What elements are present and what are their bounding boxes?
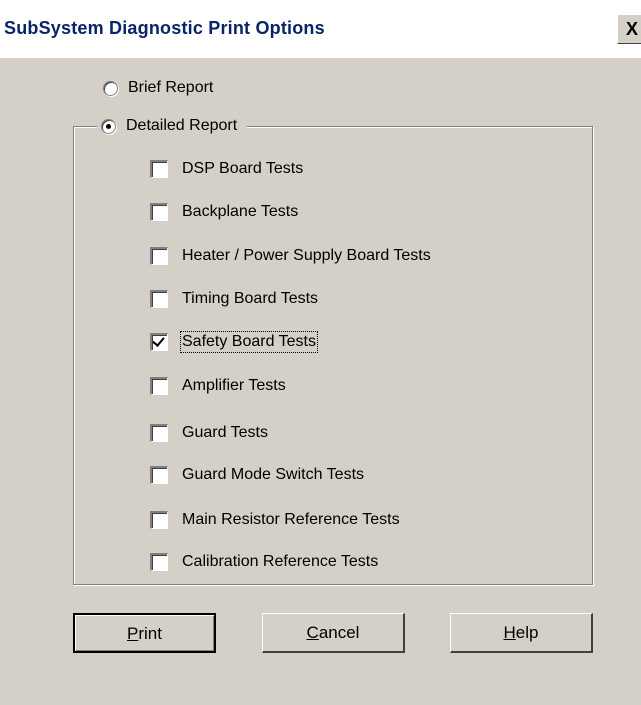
- guard-checkbox[interactable]: [150, 424, 168, 442]
- print-label-rest: rint: [138, 624, 162, 643]
- test-label: Amplifier Tests: [182, 377, 286, 394]
- print-button[interactable]: Print: [73, 613, 216, 653]
- safety-board-checkbox[interactable]: [150, 333, 168, 351]
- dialog-window: SubSystem Diagnostic Print Options X Bri…: [0, 0, 641, 705]
- test-option-safety-board[interactable]: Safety Board Tests: [150, 330, 318, 354]
- test-label: Guard Tests: [182, 424, 268, 441]
- help-accel: H: [503, 623, 516, 642]
- test-label: Backplane Tests: [182, 203, 299, 220]
- test-label: Timing Board Tests: [182, 290, 319, 307]
- brief-report-option[interactable]: Brief Report: [103, 76, 213, 100]
- test-label: Heater / Power Supply Board Tests: [182, 247, 431, 264]
- cancel-label-rest: ancel: [318, 623, 360, 642]
- test-label: Safety Board Tests: [180, 331, 318, 353]
- main-resistor-reference-checkbox[interactable]: [150, 511, 168, 529]
- test-label: DSP Board Tests: [182, 160, 304, 177]
- calibration-reference-checkbox[interactable]: [150, 553, 168, 571]
- test-label: Guard Mode Switch Tests: [182, 466, 365, 483]
- cancel-accel: C: [306, 623, 319, 642]
- test-option-calibration-reference[interactable]: Calibration Reference Tests: [150, 550, 378, 574]
- print-accel: P: [127, 624, 139, 643]
- detailed-report-label: Detailed Report: [126, 117, 238, 134]
- guard-mode-switch-checkbox[interactable]: [150, 466, 168, 484]
- test-option-backplane[interactable]: Backplane Tests: [150, 200, 298, 224]
- cancel-button[interactable]: Cancel: [262, 613, 405, 653]
- timing-board-checkbox[interactable]: [150, 290, 168, 308]
- close-button[interactable]: X: [617, 14, 641, 44]
- help-label-rest: elp: [515, 623, 539, 642]
- dsp-board-checkbox[interactable]: [150, 160, 168, 178]
- test-label: Calibration Reference Tests: [182, 553, 379, 570]
- heater-power-supply-checkbox[interactable]: [150, 247, 168, 265]
- brief-report-radio[interactable]: [103, 80, 118, 96]
- amplifier-checkbox[interactable]: [150, 377, 168, 395]
- test-option-main-resistor-reference[interactable]: Main Resistor Reference Tests: [150, 508, 400, 532]
- help-button[interactable]: Help: [450, 613, 593, 653]
- test-option-guard[interactable]: Guard Tests: [150, 421, 268, 445]
- test-option-timing-board[interactable]: Timing Board Tests: [150, 287, 318, 311]
- title-bar: SubSystem Diagnostic Print Options X: [0, 0, 641, 58]
- backplane-checkbox[interactable]: [150, 203, 168, 221]
- detailed-report-radio[interactable]: [101, 118, 116, 134]
- test-option-dsp-board[interactable]: DSP Board Tests: [150, 157, 303, 181]
- test-option-amplifier[interactable]: Amplifier Tests: [150, 374, 286, 398]
- brief-report-label: Brief Report: [128, 79, 214, 96]
- test-option-heater-power-supply[interactable]: Heater / Power Supply Board Tests: [150, 244, 431, 268]
- test-label: Main Resistor Reference Tests: [182, 511, 400, 528]
- detailed-report-option[interactable]: Detailed Report: [97, 114, 248, 138]
- window-title: SubSystem Diagnostic Print Options: [4, 18, 325, 38]
- test-option-guard-mode-switch[interactable]: Guard Mode Switch Tests: [150, 463, 364, 487]
